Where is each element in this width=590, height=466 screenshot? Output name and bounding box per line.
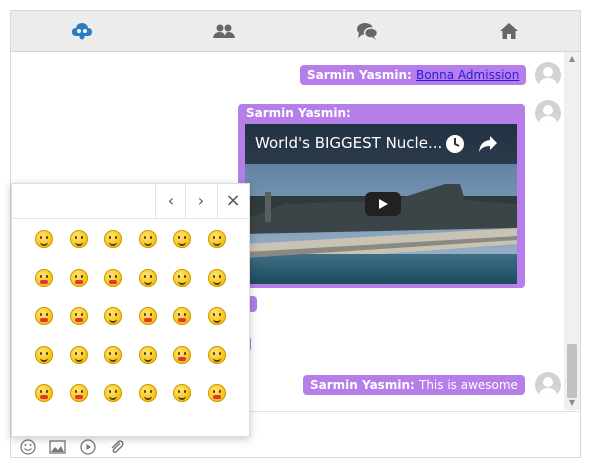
emoji-item[interactable] xyxy=(104,307,122,325)
chat-window: Sarmin Yasmin: Bonna Admission Sarmin Ya… xyxy=(10,10,581,458)
emoji-item[interactable] xyxy=(35,307,53,325)
share-icon[interactable] xyxy=(478,135,498,153)
avatar xyxy=(535,62,561,88)
sender-name: Sarmin Yasmin: xyxy=(246,106,351,120)
video-icon[interactable] xyxy=(80,439,96,455)
emoji-item[interactable] xyxy=(207,345,226,364)
attachment-icon[interactable] xyxy=(109,439,125,455)
emoji-item[interactable] xyxy=(35,268,53,287)
emoji-item[interactable] xyxy=(173,384,191,402)
top-nav xyxy=(11,11,580,52)
scroll-up-arrow[interactable]: ▲ xyxy=(564,54,580,63)
scrollbar[interactable]: ▲ ▼ xyxy=(564,52,580,410)
clock-icon[interactable] xyxy=(445,134,465,154)
sender-name: Sarmin Yasmin: xyxy=(310,378,415,392)
tab-cloud-users[interactable] xyxy=(11,11,153,51)
emoji-item[interactable] xyxy=(104,268,122,287)
tab-chat[interactable] xyxy=(296,11,438,51)
emoji-item[interactable] xyxy=(104,230,122,248)
scroll-thumb[interactable] xyxy=(567,344,577,398)
emoji-item[interactable] xyxy=(35,345,53,364)
emoji-item[interactable] xyxy=(69,268,88,287)
emoji-item[interactable] xyxy=(173,345,191,364)
emoji-close-button[interactable]: × xyxy=(217,184,248,218)
video-message: Sarmin Yasmin: World's BIGGEST Nucle... xyxy=(238,104,525,288)
emoji-item[interactable] xyxy=(138,307,157,325)
chat-icon xyxy=(356,23,378,40)
scroll-down-arrow[interactable]: ▼ xyxy=(564,398,580,407)
emoji-item[interactable] xyxy=(104,345,122,364)
tab-home[interactable] xyxy=(438,11,580,51)
emoji-item[interactable] xyxy=(138,384,157,402)
avatar xyxy=(535,100,561,126)
home-icon xyxy=(499,23,518,39)
emoji-picker-header: ‹ › × xyxy=(12,184,249,219)
tab-users[interactable] xyxy=(153,11,295,51)
emoji-item[interactable] xyxy=(69,384,88,402)
play-button[interactable] xyxy=(365,192,401,216)
cloud-users-icon xyxy=(72,23,93,40)
emoji-item[interactable] xyxy=(69,230,88,248)
emoji-item[interactable] xyxy=(35,384,53,402)
message-bubble: Sarmin Yasmin: This is awesome xyxy=(303,375,525,395)
emoji-item[interactable] xyxy=(173,230,191,248)
emoji-item[interactable] xyxy=(207,230,226,248)
emoji-icon[interactable] xyxy=(20,439,36,455)
video-title: World's BIGGEST Nucle... xyxy=(255,134,443,152)
image-icon[interactable] xyxy=(49,440,66,454)
emoji-next-button[interactable]: › xyxy=(185,184,216,218)
message-text: This is awesome xyxy=(418,378,518,392)
emoji-prev-button[interactable]: ‹ xyxy=(155,184,186,218)
emoji-item[interactable] xyxy=(69,345,88,364)
sender-name: Sarmin Yasmin: xyxy=(307,68,412,82)
emoji-item[interactable] xyxy=(138,230,157,248)
emoji-item[interactable] xyxy=(207,268,226,287)
message-link[interactable]: Bonna Admission xyxy=(416,68,519,82)
users-icon xyxy=(213,24,236,38)
avatar xyxy=(535,372,561,398)
emoji-item[interactable] xyxy=(173,307,191,325)
emoji-item[interactable] xyxy=(138,345,157,364)
emoji-item[interactable] xyxy=(35,230,53,248)
emoji-item[interactable] xyxy=(138,268,157,287)
emoji-item[interactable] xyxy=(69,307,88,325)
emoji-item[interactable] xyxy=(173,268,191,287)
emoji-picker: ‹ › × xyxy=(11,183,250,437)
play-icon xyxy=(379,199,388,209)
video-player[interactable]: World's BIGGEST Nucle... xyxy=(245,124,517,284)
message-bubble: Sarmin Yasmin: Bonna Admission xyxy=(300,65,527,85)
emoji-item[interactable] xyxy=(207,307,226,325)
emoji-item[interactable] xyxy=(207,384,226,402)
emoji-item[interactable] xyxy=(104,384,122,402)
